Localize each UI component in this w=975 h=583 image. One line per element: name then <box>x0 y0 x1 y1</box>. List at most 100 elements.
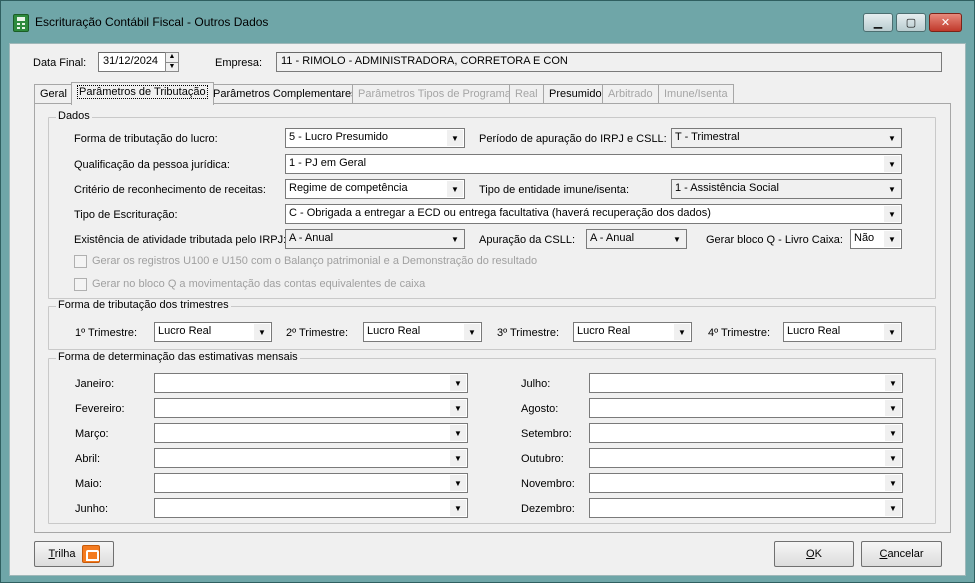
chevron-down-icon[interactable]: ▼ <box>885 500 901 516</box>
month-label: Outubro: <box>521 453 564 465</box>
dados-legend: Dados <box>56 110 92 122</box>
tab-label: Parâmetros de Tributação <box>77 85 208 99</box>
chevron-down-icon[interactable]: ▼ <box>884 206 900 222</box>
month-label: Fevereiro: <box>75 403 125 415</box>
tab-parametros-complementares[interactable]: Parâmetros Complementares <box>207 84 363 104</box>
existencia-value: A - Anual <box>289 232 334 244</box>
month-label: Novembro: <box>521 478 575 490</box>
car-icon <box>81 545 100 563</box>
cancel-label: Cancelar <box>879 548 923 560</box>
dialog-client-area: Data Final: 31/12/2024 ▲ ▼ Empresa: 11 -… <box>9 43 966 576</box>
janeiro-select[interactable]: ▼ <box>154 373 468 393</box>
window-controls: ▁ ▢ ✕ <box>863 13 962 32</box>
trimestre-2-select[interactable]: Lucro Real ▼ <box>363 322 482 342</box>
dezembro-select[interactable]: ▼ <box>589 498 903 518</box>
tab-presumido[interactable]: Presumido <box>543 84 608 104</box>
ok-text: K <box>814 548 822 560</box>
chevron-down-icon[interactable]: ▼ <box>450 500 466 516</box>
chevron-down-icon[interactable]: ▼ <box>885 475 901 491</box>
dados-group: Dados Forma de tributação do lucro: 5 - … <box>48 110 936 299</box>
spin-up-icon[interactable]: ▲ <box>166 53 178 62</box>
data-final-label: Data Final: <box>33 57 87 69</box>
chevron-down-icon[interactable]: ▼ <box>884 231 900 247</box>
ok-button[interactable]: OK <box>774 541 854 567</box>
chevron-down-icon[interactable]: ▼ <box>884 181 900 197</box>
tipo-entidade-select[interactable]: 1 - Assistência Social ▼ <box>671 179 902 199</box>
chevron-down-icon[interactable]: ▼ <box>450 475 466 491</box>
julho-select[interactable]: ▼ <box>589 373 903 393</box>
chevron-down-icon[interactable]: ▼ <box>669 231 685 247</box>
forma-tributacao-select[interactable]: 5 - Lucro Presumido ▼ <box>285 128 465 148</box>
main-window: Escrituração Contábil Fiscal - Outros Da… <box>0 0 975 583</box>
bloco-q-value: Não <box>854 232 875 244</box>
chevron-down-icon[interactable]: ▼ <box>884 130 900 146</box>
maio-select[interactable]: ▼ <box>154 473 468 493</box>
tab-panel: Dados Forma de tributação do lucro: 5 - … <box>34 103 951 533</box>
junho-select[interactable]: ▼ <box>154 498 468 518</box>
tipo-escrituracao-select[interactable]: C - Obrigada a entregar a ECD ou entrega… <box>285 204 902 224</box>
month-label: Dezembro: <box>521 503 575 515</box>
existencia-select[interactable]: A - Anual ▼ <box>285 229 465 249</box>
gerar-u100-label: Gerar os registros U100 e U150 com o Bal… <box>92 255 538 267</box>
chevron-down-icon[interactable]: ▼ <box>885 425 901 441</box>
trimestre-1-select[interactable]: Lucro Real ▼ <box>154 322 272 342</box>
spin-down-icon[interactable]: ▼ <box>166 62 178 71</box>
month-label: Julho: <box>521 378 551 390</box>
abril-select[interactable]: ▼ <box>154 448 468 468</box>
trimestre-3-select[interactable]: Lucro Real ▼ <box>573 322 692 342</box>
apuracao-csll-select[interactable]: A - Anual ▼ <box>586 229 687 249</box>
title-bar[interactable]: Escrituração Contábil Fiscal - Outros Da… <box>1 1 974 43</box>
chevron-down-icon[interactable]: ▼ <box>447 231 463 247</box>
tipo-entidade-label: Tipo de entidade imune/isenta: <box>479 184 630 196</box>
tab-arbitrado: Arbitrado <box>602 84 659 104</box>
chevron-down-icon[interactable]: ▼ <box>885 450 901 466</box>
chevron-down-icon[interactable]: ▼ <box>450 375 466 391</box>
cancel-button[interactable]: Cancelar <box>861 541 942 567</box>
chevron-down-icon[interactable]: ▼ <box>464 324 480 340</box>
chevron-down-icon[interactable]: ▼ <box>885 400 901 416</box>
trimestre-1-label: 1º Trimestre: <box>75 327 138 339</box>
novembro-select[interactable]: ▼ <box>589 473 903 493</box>
maximize-button[interactable]: ▢ <box>896 13 926 32</box>
setembro-select[interactable]: ▼ <box>589 423 903 443</box>
trilha-button[interactable]: Trilha <box>34 541 114 567</box>
periodo-apuracao-select[interactable]: T - Trimestral ▼ <box>671 128 902 148</box>
trimestre-4-select[interactable]: Lucro Real ▼ <box>783 322 902 342</box>
bloco-q-select[interactable]: Não ▼ <box>850 229 902 249</box>
fevereiro-select[interactable]: ▼ <box>154 398 468 418</box>
gerar-bloco-q-checkbox <box>74 278 87 291</box>
month-label: Junho: <box>75 503 109 515</box>
chevron-down-icon[interactable]: ▼ <box>884 324 900 340</box>
agosto-select[interactable]: ▼ <box>589 398 903 418</box>
chevron-down-icon[interactable]: ▼ <box>450 425 466 441</box>
chevron-down-icon[interactable]: ▼ <box>254 324 270 340</box>
data-final-spinner[interactable]: ▲ ▼ <box>165 52 179 72</box>
periodo-apuracao-value: T - Trimestral <box>675 131 740 143</box>
criterio-select[interactable]: Regime de competência ▼ <box>285 179 465 199</box>
trimestre-4-label: 4º Trimestre: <box>708 327 771 339</box>
data-final-input[interactable]: 31/12/2024 <box>98 52 166 72</box>
chevron-down-icon[interactable]: ▼ <box>450 400 466 416</box>
existencia-label: Existência de atividade tributada pelo I… <box>74 234 287 246</box>
chevron-down-icon[interactable]: ▼ <box>674 324 690 340</box>
trimestre-2-label: 2º Trimestre: <box>286 327 349 339</box>
tab-geral[interactable]: Geral <box>34 84 73 104</box>
minimize-button[interactable]: ▁ <box>863 13 893 32</box>
trimestre-4-value: Lucro Real <box>787 325 841 337</box>
qualificacao-select[interactable]: 1 - PJ em Geral ▼ <box>285 154 902 174</box>
chevron-down-icon[interactable]: ▼ <box>447 130 463 146</box>
month-label: Setembro: <box>521 428 572 440</box>
chevron-down-icon[interactable]: ▼ <box>450 450 466 466</box>
month-label: Maio: <box>75 478 102 490</box>
ok-accel: O <box>806 548 815 560</box>
outubro-select[interactable]: ▼ <box>589 448 903 468</box>
chevron-down-icon[interactable]: ▼ <box>447 181 463 197</box>
close-button[interactable]: ✕ <box>929 13 962 32</box>
trimestre-3-value: Lucro Real <box>577 325 631 337</box>
tab-parametros-tributacao[interactable]: Parâmetros de Tributação <box>71 82 214 105</box>
marco-select[interactable]: ▼ <box>154 423 468 443</box>
chevron-down-icon[interactable]: ▼ <box>885 375 901 391</box>
trilha-text: rilha <box>54 548 76 560</box>
estimativas-legend: Forma de determinação das estimativas me… <box>56 351 300 363</box>
chevron-down-icon[interactable]: ▼ <box>884 156 900 172</box>
